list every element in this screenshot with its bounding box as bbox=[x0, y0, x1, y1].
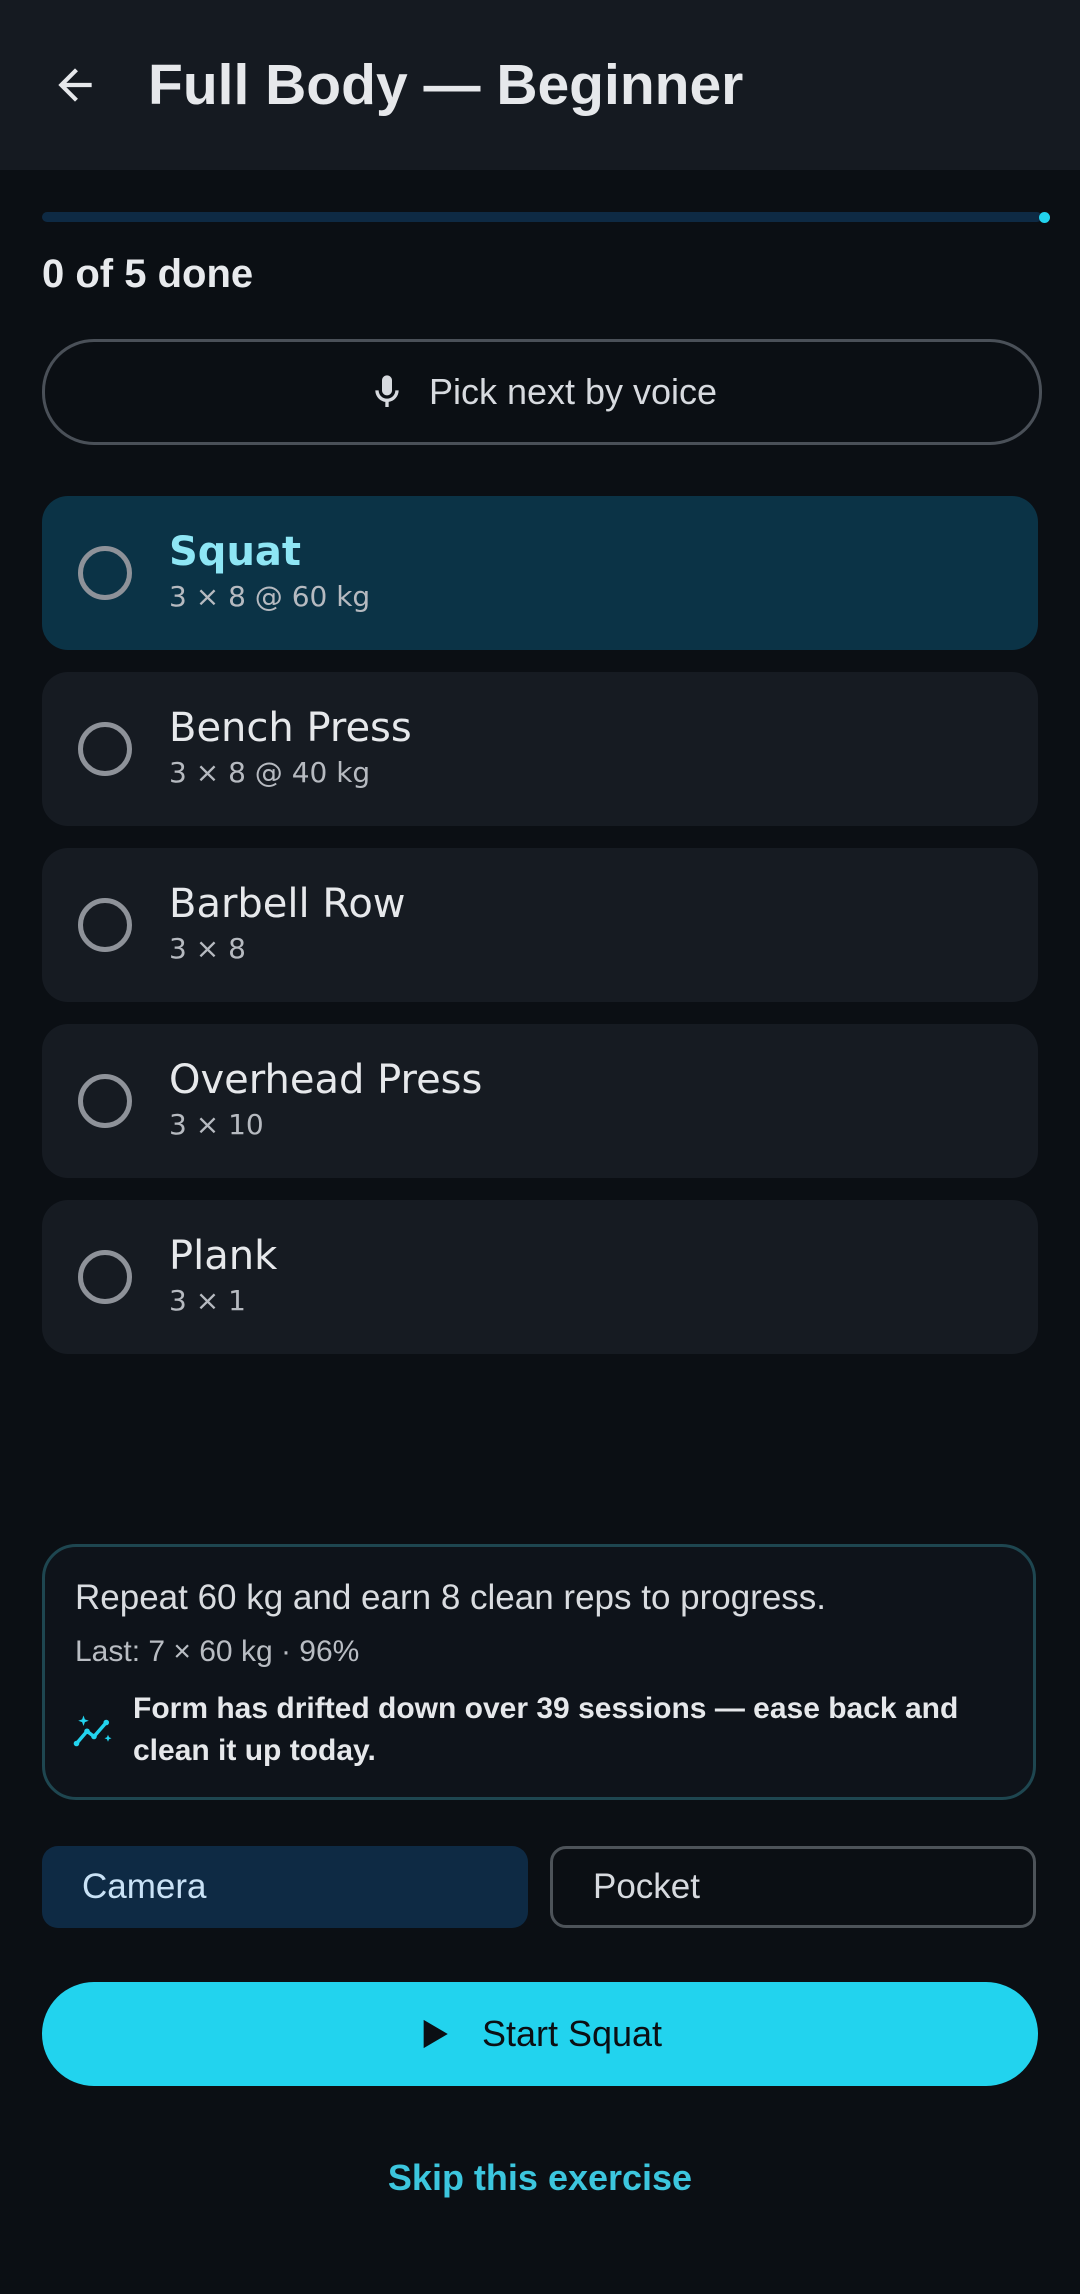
app-bar: Full Body — Beginner bbox=[0, 0, 1080, 170]
microphone-icon bbox=[375, 375, 399, 407]
completion-circle-icon[interactable] bbox=[78, 1074, 132, 1128]
exercise-detail: 3 × 8 @ 40 kg bbox=[169, 756, 371, 789]
recommendation-text: Repeat 60 kg and earn 8 clean reps to pr… bbox=[75, 1578, 827, 1617]
last-session-summary: Last: 7 × 60 kg · 96% bbox=[75, 1635, 360, 1668]
progress-bar bbox=[42, 212, 1050, 223]
exercise-detail: 3 × 8 @ 60 kg bbox=[169, 580, 371, 613]
page-title: Full Body — Beginner bbox=[148, 53, 744, 117]
pick-by-voice-label: Pick next by voice bbox=[428, 371, 718, 412]
progress-end-marker bbox=[1039, 212, 1050, 223]
play-icon bbox=[423, 2019, 448, 2049]
completion-circle-icon[interactable] bbox=[78, 898, 132, 952]
back-button[interactable] bbox=[40, 50, 110, 120]
start-exercise-label: Start Squat bbox=[481, 2013, 663, 2054]
mode-pocket-button[interactable]: Pocket bbox=[550, 1846, 1036, 1928]
completion-circle-icon[interactable] bbox=[78, 546, 132, 600]
exercise-name: Overhead Press bbox=[169, 1057, 483, 1103]
completion-circle-icon[interactable] bbox=[78, 1250, 132, 1304]
exercise-item-bench-press[interactable]: Bench Press 3 × 8 @ 40 kg bbox=[42, 672, 1038, 826]
mode-camera-button[interactable]: Camera bbox=[42, 1846, 528, 1928]
exercise-list: Squat 3 × 8 @ 60 kg Bench Press 3 × 8 @ … bbox=[42, 496, 1038, 1376]
exercise-name: Plank bbox=[169, 1233, 278, 1279]
exercise-name: Squat bbox=[169, 529, 302, 575]
exercise-detail: 3 × 1 bbox=[169, 1284, 246, 1317]
exercise-item-overhead-press[interactable]: Overhead Press 3 × 10 bbox=[42, 1024, 1038, 1178]
skip-exercise-link[interactable]: Skip this exercise bbox=[0, 2156, 1080, 2200]
completion-circle-icon[interactable] bbox=[78, 722, 132, 776]
exercise-item-squat[interactable]: Squat 3 × 8 @ 60 kg bbox=[42, 496, 1038, 650]
exercise-item-barbell-row[interactable]: Barbell Row 3 × 8 bbox=[42, 848, 1038, 1002]
exercise-name: Bench Press bbox=[169, 705, 412, 751]
arrow-left-icon bbox=[58, 68, 92, 102]
exercise-detail: 3 × 8 bbox=[169, 932, 246, 965]
trending-sparkle-icon bbox=[73, 1715, 112, 1747]
exercise-detail: 3 × 10 bbox=[169, 1108, 264, 1141]
exercise-name: Barbell Row bbox=[169, 881, 406, 927]
pick-by-voice-button[interactable]: Pick next by voice bbox=[42, 339, 1042, 445]
form-trend-warning: Form has drifted down over 39 sessions —… bbox=[133, 1692, 959, 1767]
recommendation-card: Repeat 60 kg and earn 8 clean reps to pr… bbox=[42, 1544, 1036, 1800]
start-exercise-button[interactable]: Start Squat bbox=[42, 1982, 1038, 2086]
progress-label: 0 of 5 done bbox=[42, 252, 254, 296]
exercise-item-plank[interactable]: Plank 3 × 1 bbox=[42, 1200, 1038, 1354]
